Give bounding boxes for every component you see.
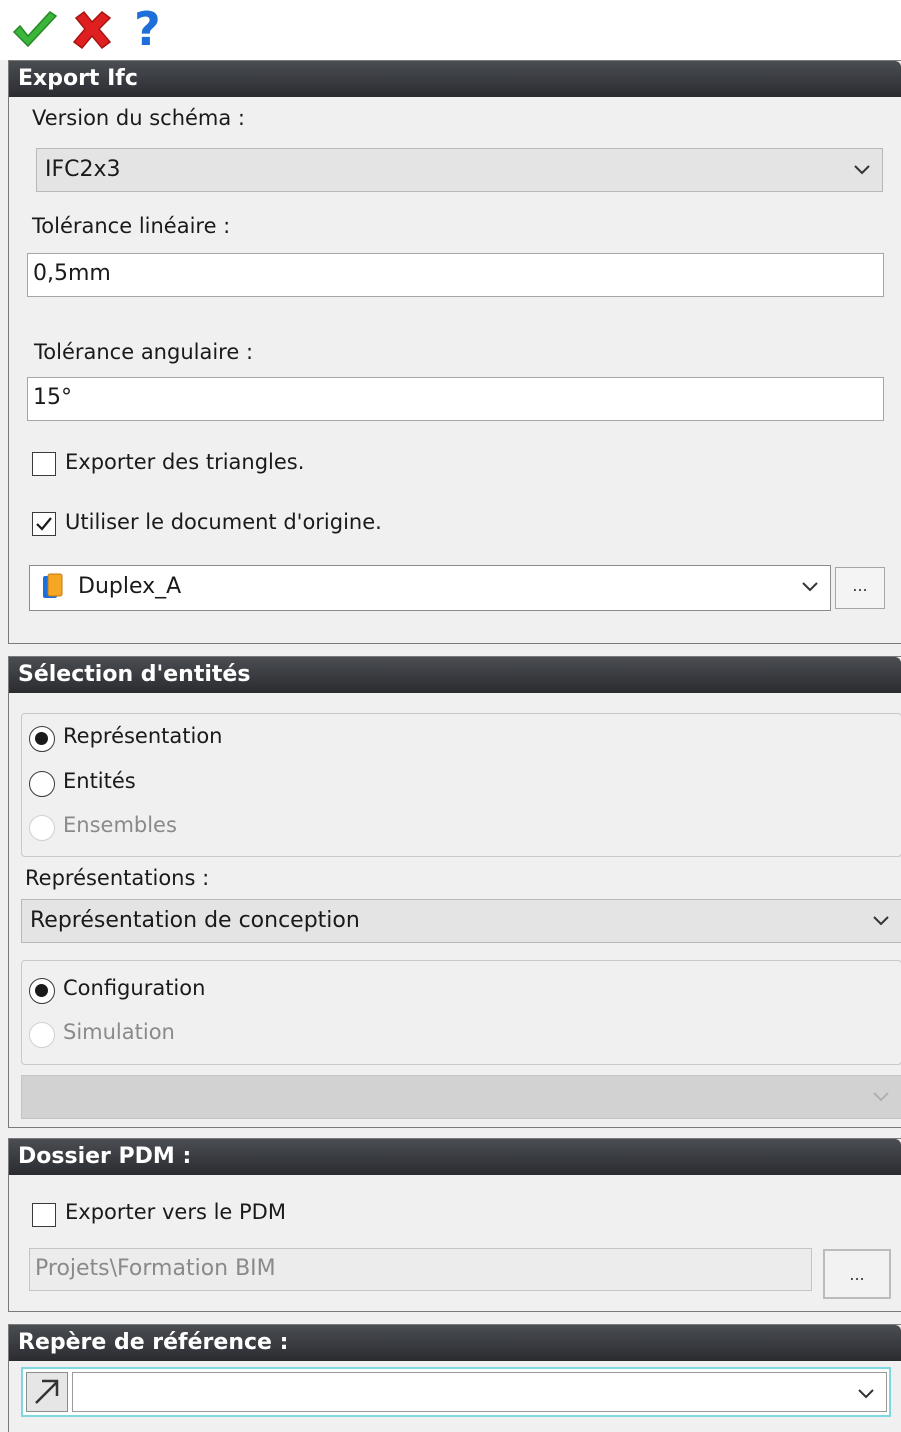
- reference-frame-field[interactable]: [21, 1367, 891, 1417]
- export-triangles-checkbox[interactable]: [32, 452, 56, 476]
- linear-tolerance-label: Tolérance linéaire :: [32, 214, 231, 238]
- browse-document-button[interactable]: ...: [835, 567, 885, 609]
- origin-document-value: Duplex_A: [78, 574, 182, 599]
- help-question-icon: ?: [134, 2, 161, 56]
- pdm-path-value: Projets\Formation BIM: [35, 1256, 276, 1281]
- reference-frame-select[interactable]: [72, 1372, 887, 1412]
- entity-selection-header[interactable]: Sélection d'entités: [9, 657, 901, 693]
- red-x-icon: [72, 10, 112, 50]
- sets-option-label[interactable]: Ensembles: [63, 813, 177, 837]
- chevron-down-icon: [873, 1092, 889, 1102]
- entities-option-label[interactable]: Entités: [63, 769, 136, 793]
- reference-frame-panel: Repère de référence :: [8, 1324, 901, 1432]
- representations-select[interactable]: Représentation de conception: [21, 899, 901, 943]
- entities-radio[interactable]: [29, 771, 55, 797]
- cancel-button[interactable]: [70, 8, 120, 56]
- use-origin-document-checkbox[interactable]: [32, 512, 56, 536]
- pdm-folder-header[interactable]: Dossier PDM :: [9, 1139, 901, 1175]
- reference-frame-header[interactable]: Repère de référence :: [9, 1325, 901, 1361]
- pdm-folder-panel: Dossier PDM : Exporter vers le PDM Proje…: [8, 1138, 901, 1312]
- export-to-pdm-label[interactable]: Exporter vers le PDM: [65, 1200, 286, 1224]
- chevron-down-icon: [854, 165, 870, 175]
- representation-option-label[interactable]: Représentation: [63, 724, 223, 748]
- simulation-radio[interactable]: [29, 1022, 55, 1048]
- chevron-down-icon: [873, 916, 889, 926]
- help-button[interactable]: ?: [128, 2, 178, 56]
- sets-radio[interactable]: [29, 815, 55, 841]
- configuration-select[interactable]: [21, 1075, 901, 1119]
- schema-version-select[interactable]: IFC2x3: [36, 148, 883, 192]
- schema-version-label: Version du schéma :: [32, 106, 246, 130]
- export-ifc-panel: Export Ifc Version du schéma : IFC2x3 To…: [8, 60, 901, 644]
- dialog-toolbar: ?: [0, 0, 901, 60]
- chevron-down-icon: [802, 582, 818, 592]
- simulation-option-label[interactable]: Simulation: [63, 1020, 175, 1044]
- configuration-option-label[interactable]: Configuration: [63, 976, 205, 1000]
- linear-tolerance-value: 0,5mm: [33, 261, 111, 286]
- pdm-path-input[interactable]: Projets\Formation BIM: [29, 1248, 812, 1291]
- browse-pdm-button[interactable]: ...: [823, 1249, 891, 1299]
- configuration-radio[interactable]: [29, 978, 55, 1004]
- entity-selection-panel: Sélection d'entités Représentation Entit…: [8, 656, 901, 1128]
- representations-value: Représentation de conception: [30, 908, 360, 933]
- representation-radio[interactable]: [29, 726, 55, 752]
- arrow-up-right-icon: [35, 1379, 59, 1404]
- angular-tolerance-label: Tolérance angulaire :: [34, 340, 254, 364]
- green-check-icon: [12, 11, 58, 48]
- assembly-document-icon: [43, 573, 63, 598]
- ok-button[interactable]: [10, 8, 60, 56]
- checkmark-icon: [36, 517, 52, 531]
- use-origin-document-label[interactable]: Utiliser le document d'origine.: [65, 510, 382, 534]
- chevron-down-icon: [858, 1389, 874, 1399]
- export-triangles-label[interactable]: Exporter des triangles.: [65, 450, 304, 474]
- representations-label: Représentations :: [25, 866, 210, 890]
- linear-tolerance-input[interactable]: 0,5mm: [27, 253, 884, 297]
- schema-version-value: IFC2x3: [45, 157, 121, 182]
- reference-axis-button[interactable]: [26, 1372, 68, 1412]
- export-to-pdm-checkbox[interactable]: [32, 1203, 56, 1227]
- export-ifc-header[interactable]: Export Ifc: [9, 61, 901, 97]
- origin-document-select[interactable]: Duplex_A: [29, 565, 831, 611]
- angular-tolerance-value: 15°: [33, 385, 72, 410]
- angular-tolerance-input[interactable]: 15°: [27, 377, 884, 421]
